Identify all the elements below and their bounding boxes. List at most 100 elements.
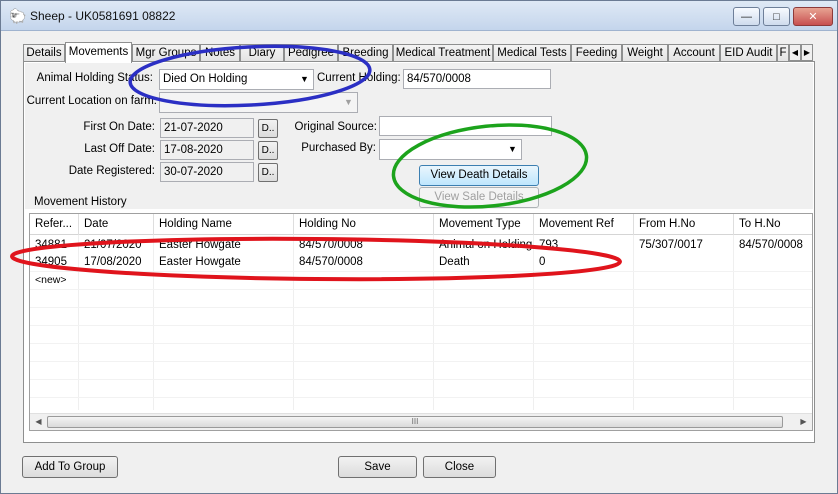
cell-holding-name: Easter Howgate bbox=[159, 239, 241, 251]
sheep-window: 🐑 Sheep - UK0581691 08822 — □ ✕ Details … bbox=[0, 0, 838, 494]
scrollbar-thumb[interactable]: III bbox=[47, 416, 783, 428]
cell-movement-ref: 793 bbox=[539, 239, 559, 251]
tab-notes[interactable]: Notes bbox=[200, 44, 240, 62]
current-holding-field[interactable]: 84/570/0008 bbox=[403, 69, 551, 89]
arrow-right-icon: ▶ bbox=[803, 48, 811, 57]
column-header-movement-ref[interactable]: Movement Ref bbox=[534, 214, 634, 235]
table-row[interactable]: 34881 21/07/2020 Easter Howgate 84/570/0… bbox=[30, 236, 812, 254]
grid-horizontal-scrollbar[interactable]: ◀ III ▶ bbox=[30, 413, 812, 430]
grid-line bbox=[30, 379, 812, 380]
tab-breeding[interactable]: Breeding bbox=[338, 44, 393, 62]
tab-pedigree[interactable]: Pedigree bbox=[284, 44, 338, 62]
maximize-icon: □ bbox=[773, 10, 780, 23]
current-location-label: Current Location on farm: bbox=[26, 95, 157, 107]
holding-status-select[interactable]: Died On Holding ▼ bbox=[159, 69, 314, 90]
tab-feeding[interactable]: Feeding bbox=[571, 44, 622, 62]
grid-line bbox=[30, 325, 812, 326]
cell-reference: 34881 bbox=[35, 239, 67, 251]
last-off-date-field[interactable]: 17-08-2020 bbox=[160, 140, 254, 160]
movement-history-grid[interactable]: Refer... Date Holding Name Holding No Mo… bbox=[29, 213, 813, 431]
grid-line bbox=[30, 307, 812, 308]
column-header-movement-type[interactable]: Movement Type bbox=[434, 214, 534, 235]
close-button[interactable]: Close bbox=[423, 456, 496, 478]
cell-date: 17/08/2020 bbox=[84, 256, 142, 268]
movement-history-title: Movement History bbox=[34, 196, 127, 208]
new-row[interactable]: <new> bbox=[30, 271, 812, 289]
last-off-date-button[interactable]: D.. bbox=[258, 141, 278, 160]
maximize-button[interactable]: □ bbox=[763, 7, 790, 26]
purchased-by-label: Purchased By: bbox=[301, 142, 376, 154]
tab-scroll-left-button[interactable]: ◀ bbox=[789, 44, 801, 61]
grid-line bbox=[30, 397, 812, 398]
tab-strip: Details Movements Mgr Groups Notes Diary… bbox=[23, 42, 813, 63]
scroll-left-button[interactable]: ◀ bbox=[30, 414, 47, 430]
chevron-down-icon: ▼ bbox=[344, 97, 353, 107]
window-title: Sheep - UK0581691 08822 bbox=[30, 9, 176, 23]
close-icon: ✕ bbox=[808, 11, 818, 23]
grip-icon: III bbox=[411, 417, 419, 426]
view-sale-details-button[interactable]: View Sale Details bbox=[419, 187, 539, 208]
tab-eid-audit[interactable]: EID Audit bbox=[720, 44, 777, 62]
cell-from-holding: 75/307/0017 bbox=[639, 239, 703, 251]
column-header-from-holding[interactable]: From H.No bbox=[634, 214, 734, 235]
original-source-field[interactable] bbox=[379, 116, 552, 136]
holding-status-value: Died On Holding bbox=[163, 73, 248, 85]
holding-status-label: Animal Holding Status: bbox=[36, 72, 153, 84]
date-registered-label: Date Registered: bbox=[68, 165, 155, 177]
first-on-date-button[interactable]: D.. bbox=[258, 119, 278, 138]
arrow-left-icon: ◀ bbox=[35, 417, 42, 426]
grid-line bbox=[30, 361, 812, 362]
chevron-down-icon: ▼ bbox=[300, 74, 309, 84]
first-on-date-label: First On Date: bbox=[83, 121, 155, 133]
cell-date: 21/07/2020 bbox=[84, 239, 142, 251]
current-location-select[interactable]: ▼ bbox=[159, 92, 358, 113]
movement-details-form: Animal Holding Status: Died On Holding ▼… bbox=[25, 63, 813, 209]
purchased-by-select[interactable]: ▼ bbox=[379, 139, 522, 160]
current-holding-label: Current Holding: bbox=[317, 72, 401, 84]
tab-account[interactable]: Account bbox=[668, 44, 720, 62]
add-to-group-button[interactable]: Add To Group bbox=[22, 456, 118, 478]
grid-line bbox=[30, 289, 812, 290]
arrow-left-icon: ◀ bbox=[791, 48, 799, 57]
tab-medical-tests[interactable]: Medical Tests bbox=[493, 44, 571, 62]
original-source-label: Original Source: bbox=[294, 121, 377, 133]
column-header-date[interactable]: Date bbox=[79, 214, 154, 235]
column-header-holding-no[interactable]: Holding No bbox=[294, 214, 434, 235]
minimize-icon: — bbox=[741, 10, 752, 23]
cell-holding-name: Easter Howgate bbox=[159, 256, 241, 268]
column-header-holding-name[interactable]: Holding Name bbox=[154, 214, 294, 235]
tab-scroll-right-button[interactable]: ▶ bbox=[801, 44, 813, 61]
column-header-to-holding[interactable]: To H.No bbox=[734, 214, 812, 235]
title-bar[interactable]: 🐑 Sheep - UK0581691 08822 — □ ✕ bbox=[1, 1, 837, 31]
tab-mgr-groups[interactable]: Mgr Groups bbox=[132, 44, 200, 62]
arrow-right-icon: ▶ bbox=[800, 417, 807, 426]
tab-weight[interactable]: Weight bbox=[622, 44, 668, 62]
tab-details[interactable]: Details bbox=[23, 44, 65, 62]
save-button[interactable]: Save bbox=[338, 456, 417, 478]
cell-movement-type: Animal on Holding bbox=[439, 239, 533, 251]
cell-reference: 34905 bbox=[35, 256, 67, 268]
table-row[interactable]: 34905 17/08/2020 Easter Howgate 84/570/0… bbox=[30, 253, 812, 271]
view-death-details-button[interactable]: View Death Details bbox=[419, 165, 539, 186]
grid-header: Refer... Date Holding Name Holding No Mo… bbox=[30, 214, 812, 235]
tab-overflow[interactable]: F bbox=[777, 44, 789, 62]
close-window-button[interactable]: ✕ bbox=[793, 7, 833, 26]
chevron-down-icon: ▼ bbox=[508, 144, 517, 154]
cell-movement-ref: 0 bbox=[539, 256, 546, 268]
cell-to-holding bbox=[734, 253, 812, 271]
scroll-right-button[interactable]: ▶ bbox=[795, 414, 812, 430]
movements-panel: Animal Holding Status: Died On Holding ▼… bbox=[23, 61, 815, 443]
date-registered-button[interactable]: D.. bbox=[258, 163, 278, 182]
tab-movements[interactable]: Movements bbox=[65, 42, 132, 63]
grid-line bbox=[30, 343, 812, 344]
date-registered-field[interactable]: 30-07-2020 bbox=[160, 162, 254, 182]
minimize-button[interactable]: — bbox=[733, 7, 760, 26]
new-row-marker: <new> bbox=[35, 274, 67, 286]
cell-holding-no: 84/570/0008 bbox=[299, 239, 363, 251]
tab-diary[interactable]: Diary bbox=[240, 44, 284, 62]
column-header-reference[interactable]: Refer... bbox=[30, 214, 79, 235]
cell-movement-type: Death bbox=[439, 256, 470, 268]
tab-medical-treatment[interactable]: Medical Treatment bbox=[393, 44, 493, 62]
cell-holding-no: 84/570/0008 bbox=[299, 256, 363, 268]
first-on-date-field[interactable]: 21-07-2020 bbox=[160, 118, 254, 138]
